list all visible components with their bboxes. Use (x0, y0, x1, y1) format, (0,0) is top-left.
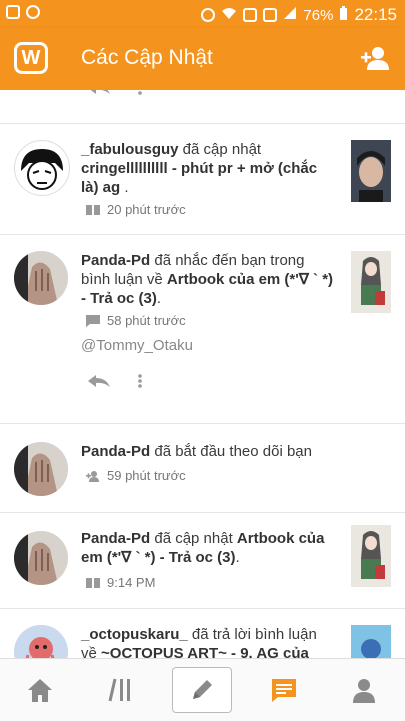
user-name[interactable]: _fabulousguy (81, 141, 179, 158)
status-bar: 76% 22:15 (0, 0, 405, 28)
list-item[interactable]: _fabulousguy đã cập nhật cringelllllllll… (0, 124, 405, 235)
bottom-nav (0, 658, 405, 721)
reply-icon[interactable] (86, 374, 112, 393)
list-item[interactable]: Panda-Pd đã cập nhật Artbook của em (*'∇… (0, 513, 405, 609)
timestamp: 59 phút trước (86, 468, 186, 483)
home-icon[interactable] (10, 667, 70, 713)
notification-text: _octopuskaru_ đã trả lời bình luận về ~O… (81, 625, 336, 658)
list-item[interactable]: Panda-Pd đã nhắc đến bạn trong bình luận… (0, 235, 405, 424)
story-cover[interactable] (351, 625, 391, 658)
avatar[interactable] (14, 625, 68, 658)
user-name[interactable]: _octopuskaru_ (81, 626, 188, 643)
list-item[interactable]: _octopuskaru_ đã trả lời bình luận về ~O… (0, 609, 405, 658)
profile-icon[interactable] (334, 667, 394, 713)
battery-percent: 76% (303, 6, 334, 24)
user-name[interactable]: Panda-Pd (81, 530, 150, 547)
story-cover[interactable] (351, 251, 391, 313)
list-item (0, 90, 405, 124)
add-person-icon[interactable] (359, 42, 391, 74)
story-cover[interactable] (351, 140, 391, 202)
image-notification-icon (6, 5, 20, 19)
timestamp: 9:14 PM (86, 575, 155, 590)
app-notification-icon (26, 5, 40, 19)
more-icon[interactable] (138, 90, 142, 101)
notification-text: _fabulousguy đã cập nhật cringelllllllll… (81, 141, 318, 196)
page-title: Các Cập Nhật (81, 46, 213, 69)
comment-mention[interactable]: @Tommy_Otaku (81, 337, 193, 354)
wattpad-logo[interactable]: W (14, 42, 48, 74)
user-name[interactable]: Panda-Pd (81, 252, 150, 269)
library-icon[interactable] (92, 667, 152, 713)
more-icon[interactable] (138, 373, 142, 394)
avatar[interactable] (14, 531, 68, 585)
write-icon[interactable] (172, 667, 232, 713)
notifications-icon[interactable] (254, 667, 314, 713)
book-icon (86, 204, 100, 216)
avatar[interactable] (14, 442, 68, 496)
story-title[interactable]: ~OCTOPUS ART~ - 9. AG của (101, 645, 309, 658)
reply-icon[interactable] (86, 90, 112, 100)
signal-icon (283, 6, 297, 24)
timestamp: 58 phút trước (86, 313, 186, 328)
app-bar: W Các Cập Nhật (0, 28, 405, 90)
battery-icon (339, 5, 348, 25)
wifi-icon (221, 6, 237, 24)
story-cover[interactable] (351, 525, 391, 587)
timestamp: 20 phút trước (86, 202, 186, 217)
book-icon (86, 577, 100, 589)
avatar[interactable] (14, 251, 68, 305)
data-icon (243, 8, 258, 22)
user-name[interactable]: Panda-Pd (81, 443, 150, 460)
notification-text: Panda-Pd đã nhắc đến bạn trong bình luận… (81, 252, 334, 307)
notification-feed[interactable]: _fabulousguy đã cập nhật cringelllllllll… (0, 90, 405, 658)
avatar[interactable] (14, 140, 70, 196)
notification-text: Panda-Pd đã bắt đầu theo dõi bạn (81, 443, 312, 460)
alarm-icon (201, 8, 216, 22)
clock: 22:15 (354, 5, 397, 24)
story-title[interactable]: cringellllllllll - phút pr + mở (chắc là… (81, 160, 317, 196)
list-item[interactable]: Panda-Pd đã bắt đầu theo dõi bạn 59 phút… (0, 424, 405, 513)
follow-icon (86, 470, 100, 482)
notification-text: Panda-Pd đã cập nhật Artbook của em (*'∇… (81, 530, 325, 566)
signal-box-icon (263, 8, 278, 22)
comment-icon (86, 314, 100, 327)
